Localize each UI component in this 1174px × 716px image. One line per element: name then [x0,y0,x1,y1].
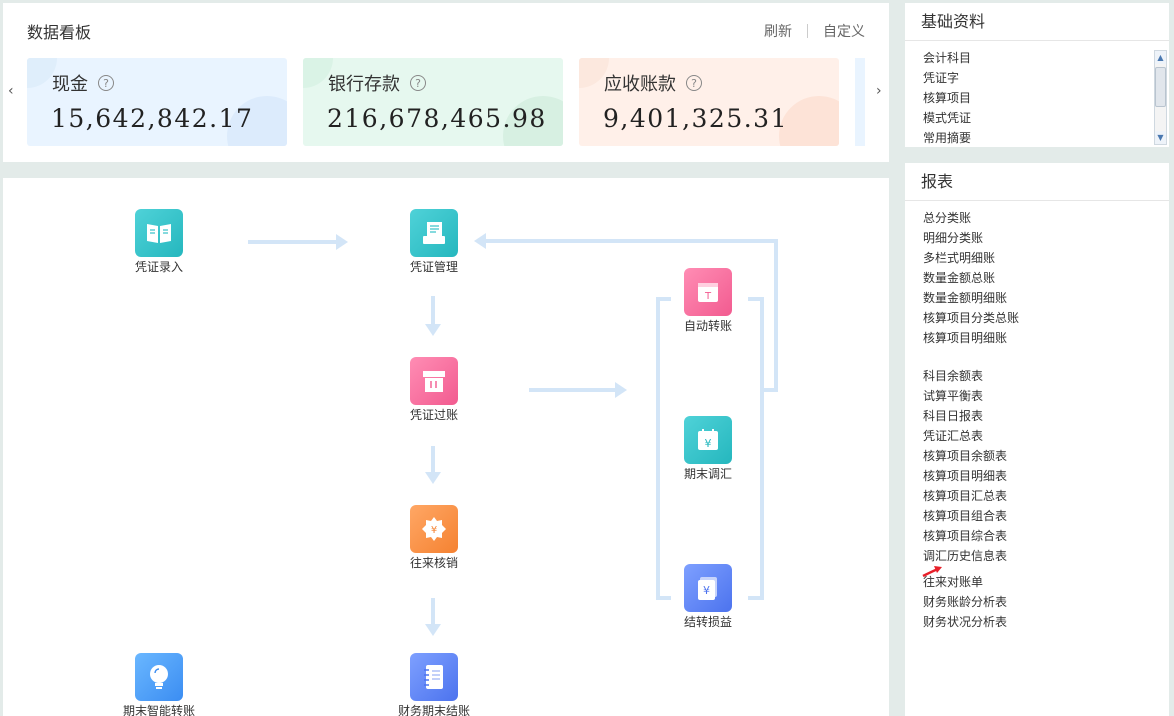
calendar-yen-icon: ¥ [684,416,732,464]
basic-data-list: 会计科目 凭证字 核算项目 模式凭证 常用摘要 [905,41,1169,145]
refresh-button[interactable]: 刷新 [764,21,792,41]
list-item[interactable]: 核算项目综合表 [923,526,1169,546]
reports-panel: 报表 总分类账 明细分类账 多栏式明细账 数量金额总账 数量金额明细账 核算项目… [905,163,1169,716]
list-item[interactable]: 核算项目余额表 [923,446,1169,466]
printer-icon [410,209,458,257]
card-label-row: 银行存款 ? [328,70,426,96]
node-auto-transfer[interactable]: T 自动转账 [663,268,753,334]
list-item[interactable]: 核算项目分类总账 [923,308,1169,328]
dashboard-actions: 刷新 自定义 [764,21,865,41]
svg-text:¥: ¥ [703,584,710,597]
list-item[interactable]: 财务状况分析表 [923,612,1169,632]
node-voucher-entry[interactable]: 凭证录入 [114,209,204,275]
node-label: 凭证过账 [409,408,458,422]
scroll-down-icon[interactable]: ▼ [1155,131,1166,144]
list-item[interactable]: 核算项目明细表 [923,466,1169,486]
list-item[interactable]: 往来对账单 [923,572,1169,592]
panel-title: 报表 [905,163,1169,201]
calendar-t-icon: T [684,268,732,316]
svg-text:¥: ¥ [705,437,712,450]
panel-title: 基础资料 [905,3,1169,41]
node-writeoff[interactable]: ¥ 往来核销 [389,505,479,571]
node-label: 期末调汇 [683,467,732,481]
scrollbar[interactable]: ▲ ▼ [1154,50,1167,145]
badge-yen-icon: ¥ [410,505,458,553]
list-item[interactable]: 科目余额表 [923,366,1169,386]
customize-button[interactable]: 自定义 [823,21,865,41]
list-item[interactable]: 常用摘要 [923,128,1169,145]
card-label: 银行存款 [328,74,400,95]
list-item[interactable]: 核算项目明细账 [923,328,1169,348]
card-bank-deposit[interactable]: 银行存款 ? 216,678,465.98 [303,58,563,146]
prev-arrow-icon[interactable]: ‹ [8,83,14,99]
next-arrow-icon[interactable]: › [876,83,882,99]
list-item[interactable]: 明细分类账 [923,228,1169,248]
node-profit-transfer[interactable]: ¥ 结转损益 [663,564,753,630]
list-item[interactable]: 数量金额总账 [923,268,1169,288]
list-item[interactable]: 总分类账 [923,208,1169,228]
list-item[interactable]: 模式凭证 [923,108,1169,128]
list-item[interactable]: 核算项目 [923,88,1169,108]
divider [807,24,808,38]
list-item[interactable]: 核算项目组合表 [923,506,1169,526]
process-flow-panel: 凭证录入 凭证管理 凭证过账 ¥ 往来核销 财务期末结账 期末智能转账 T 自动… [3,178,889,716]
help-icon[interactable]: ? [410,75,426,91]
node-voucher-post[interactable]: 凭证过账 [389,357,479,423]
node-smart-transfer[interactable]: 期末智能转账 [114,653,204,716]
card-label-row: 应收账款 ? [604,70,702,96]
cards-yen-icon: ¥ [684,564,732,612]
node-label: 财务期末结账 [397,704,470,716]
card-partial[interactable] [855,58,865,146]
node-period-close[interactable]: 财务期末结账 [389,653,479,716]
node-label: 结转损益 [683,615,732,629]
book-icon [135,209,183,257]
inbox-icon [410,357,458,405]
node-exchange-adjust[interactable]: ¥ 期末调汇 [663,416,753,482]
list-item[interactable]: 财务账龄分析表 [923,592,1169,612]
list-item[interactable]: 凭证字 [923,68,1169,88]
card-decoration [779,96,839,146]
list-item[interactable]: 会计科目 [923,48,1169,68]
node-voucher-manage[interactable]: 凭证管理 [389,209,479,275]
list-item[interactable]: 凭证汇总表 [923,426,1169,446]
card-receivables[interactable]: 应收账款 ? 9,401,325.31 [579,58,839,146]
dashboard-title: 数据看板 [27,23,92,42]
report-group-ledgers: 总分类账 明细分类账 多栏式明细账 数量金额总账 数量金额明细账 核算项目分类总… [905,201,1169,348]
list-item[interactable]: 科目日报表 [923,406,1169,426]
node-label: 凭证录入 [134,260,183,274]
list-item[interactable]: 试算平衡表 [923,386,1169,406]
help-icon[interactable]: ? [98,75,114,91]
list-item[interactable]: 调汇历史信息表 [923,546,1169,566]
svg-text:T: T [704,291,712,302]
help-icon[interactable]: ? [686,75,702,91]
list-item[interactable]: 数量金额明细账 [923,288,1169,308]
report-group-tables: 科目余额表 试算平衡表 科目日报表 凭证汇总表 核算项目余额表 核算项目明细表 … [905,348,1169,566]
node-label: 期末智能转账 [122,704,195,716]
card-value: 15,642,842.17 [51,104,254,133]
dashboard-panel: 数据看板 刷新 自定义 ‹ › 现金 ? 15,642,842.17 银行存款 … [3,3,889,162]
lightbulb-icon [135,653,183,701]
card-label-row: 现金 ? [52,70,114,96]
report-group-analysis: 往来对账单 财务账龄分析表 财务状况分析表 [905,566,1169,632]
node-label: 往来核销 [409,556,458,570]
scroll-up-icon[interactable]: ▲ [1155,51,1166,64]
node-label: 凭证管理 [409,260,458,274]
svg-text:¥: ¥ [431,525,437,536]
card-label: 现金 [52,74,88,95]
card-cash[interactable]: 现金 ? 15,642,842.17 [27,58,287,146]
card-label: 应收账款 [604,74,676,95]
basic-data-panel: 基础资料 会计科目 凭证字 核算项目 模式凭证 常用摘要 ▲ ▼ [905,3,1169,147]
list-item[interactable]: 核算项目汇总表 [923,486,1169,506]
notebook-icon [410,653,458,701]
pointer-arrow-icon [922,566,942,577]
list-item[interactable]: 多栏式明细账 [923,248,1169,268]
card-value: 216,678,465.98 [327,104,547,133]
card-value: 9,401,325.31 [603,104,788,133]
node-label: 自动转账 [683,319,732,333]
scroll-thumb[interactable] [1155,67,1166,107]
